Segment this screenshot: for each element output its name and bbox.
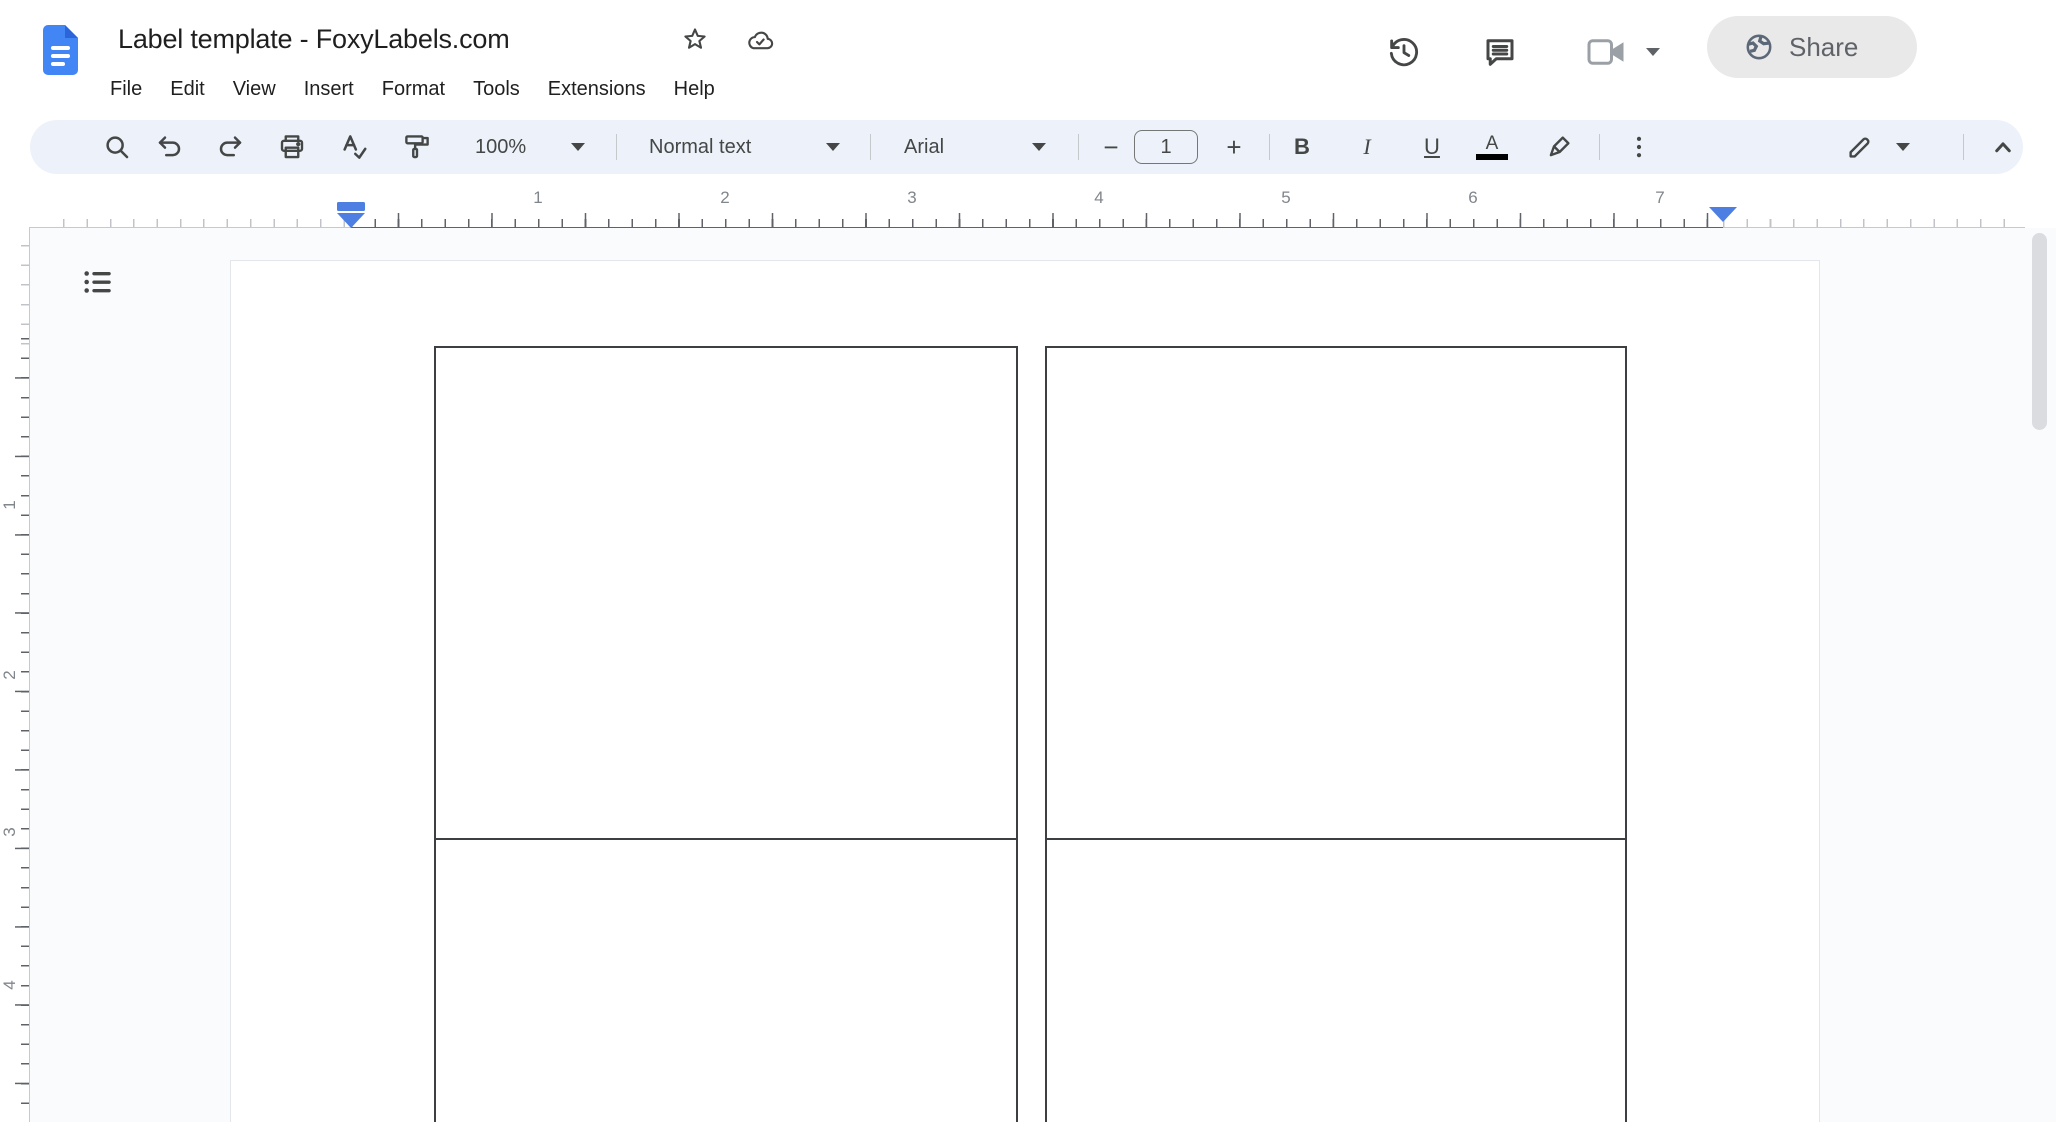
cloud-saved-icon[interactable]	[742, 23, 778, 57]
bold-button[interactable]: B	[1280, 125, 1324, 169]
header: Label template - FoxyLabels.com File Edi…	[0, 0, 2056, 118]
video-call-dropdown-icon[interactable]	[1642, 44, 1664, 60]
vertical-ruler: 1 2 3 4	[0, 227, 30, 1122]
redo-icon[interactable]	[208, 125, 252, 169]
paint-format-icon[interactable]	[395, 125, 439, 169]
toolbar: 100% Normal text Arial − 1 + B I U A	[30, 120, 2023, 174]
document-title[interactable]: Label template - FoxyLabels.com	[118, 24, 510, 55]
text-color-button[interactable]: A	[1470, 125, 1514, 169]
label-cell-bottom-left[interactable]	[434, 840, 1018, 1122]
hruler-number: 5	[1281, 188, 1290, 208]
horizontal-ruler: 1 2 3 4 5 6 7	[0, 176, 2056, 230]
document-canvas	[30, 228, 2056, 1122]
undo-icon[interactable]	[148, 125, 192, 169]
editing-mode-pencil-icon[interactable]	[1838, 125, 1882, 169]
left-indent-marker[interactable]	[337, 213, 365, 228]
decrease-font-size-button[interactable]: −	[1089, 125, 1133, 169]
italic-button[interactable]: I	[1345, 125, 1389, 169]
zoom-dropdown-icon[interactable]	[556, 125, 600, 169]
search-menus-icon[interactable]	[95, 125, 139, 169]
globe-icon	[1743, 31, 1775, 63]
menu-file[interactable]: File	[96, 72, 156, 106]
hruler-number: 1	[533, 188, 542, 208]
first-line-indent-marker[interactable]	[337, 202, 365, 211]
paragraph-style-value[interactable]: Normal text	[649, 120, 751, 174]
logo-fold-shade	[65, 25, 78, 38]
text-color-swatch	[1476, 154, 1508, 160]
menu-edit[interactable]: Edit	[156, 72, 218, 106]
hruler-number: 4	[1094, 188, 1103, 208]
hruler-number: 2	[720, 188, 729, 208]
editing-mode-dropdown-icon[interactable]	[1881, 125, 1925, 169]
menu-insert[interactable]: Insert	[290, 72, 368, 106]
label-cell-top-left[interactable]	[434, 346, 1018, 840]
hruler-number: 7	[1655, 188, 1664, 208]
document-tabs-outline-icon[interactable]	[74, 258, 122, 306]
menu-view[interactable]: View	[219, 72, 290, 106]
right-indent-marker[interactable]	[1709, 207, 1737, 222]
video-call-icon[interactable]	[1584, 34, 1630, 70]
version-history-icon[interactable]	[1382, 31, 1426, 73]
paragraph-style-dropdown-icon[interactable]	[811, 125, 855, 169]
underline-button[interactable]: U	[1410, 125, 1454, 169]
spelling-check-icon[interactable]	[332, 125, 376, 169]
vruler-number: 3	[0, 821, 20, 843]
menu-tools[interactable]: Tools	[459, 72, 534, 106]
menu-bar: File Edit View Insert Format Tools Exten…	[96, 72, 729, 106]
vertical-scrollbar-thumb[interactable]	[2032, 233, 2047, 430]
document-page[interactable]	[230, 260, 1820, 1122]
hide-menus-chevron-up-icon[interactable]	[1981, 125, 2025, 169]
menu-extensions[interactable]: Extensions	[534, 72, 660, 106]
menu-help[interactable]: Help	[660, 72, 729, 106]
more-options-icon[interactable]	[1617, 125, 1661, 169]
comments-icon[interactable]	[1478, 31, 1522, 73]
google-docs-app: Label template - FoxyLabels.com File Edi…	[0, 0, 2056, 1122]
font-family-value[interactable]: Arial	[904, 120, 944, 174]
hruler-number: 3	[907, 188, 916, 208]
font-size-input[interactable]: 1	[1134, 130, 1198, 164]
vruler-number: 4	[0, 974, 20, 996]
label-cell-top-right[interactable]	[1045, 346, 1627, 840]
vruler-number: 2	[0, 664, 20, 686]
menu-format[interactable]: Format	[368, 72, 459, 106]
star-icon[interactable]	[678, 23, 712, 57]
hruler-number: 6	[1468, 188, 1477, 208]
vruler-number: 1	[0, 494, 20, 516]
share-button-label: Share	[1789, 32, 1858, 63]
print-icon[interactable]	[270, 125, 314, 169]
font-family-dropdown-icon[interactable]	[1017, 125, 1061, 169]
zoom-value[interactable]: 100%	[475, 120, 526, 174]
share-button[interactable]: Share	[1707, 16, 1917, 78]
google-docs-logo-icon[interactable]	[43, 25, 78, 75]
highlight-color-icon[interactable]	[1537, 125, 1581, 169]
increase-font-size-button[interactable]: +	[1212, 125, 1256, 169]
label-cell-bottom-right[interactable]	[1045, 840, 1627, 1122]
